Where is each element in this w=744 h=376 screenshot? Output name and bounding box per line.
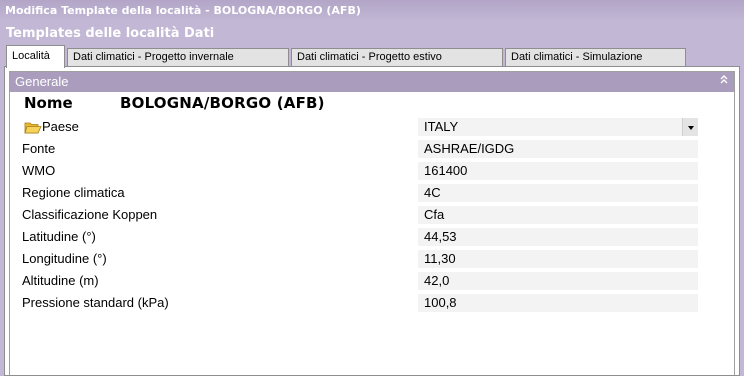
property-rows: Nome BOLOGNA/BORGO (AFB) Paese ITALY Fon… <box>10 92 734 314</box>
double-chevron-up-icon[interactable] <box>720 72 728 92</box>
property-value[interactable]: 42,0 <box>418 272 698 290</box>
property-label: Paese <box>42 119 79 134</box>
name-label: Nome <box>24 94 73 112</box>
property-value[interactable]: 44,53 <box>418 228 698 246</box>
property-label: Pressione standard (kPa) <box>22 295 169 310</box>
property-row: WMO 161400 <box>10 160 734 182</box>
property-row: Fonte ASHRAE/IGDG <box>10 138 734 160</box>
property-row: Classificazione Koppen Cfa <box>10 204 734 226</box>
property-label: Latitudine (°) <box>22 229 96 244</box>
chevron-down-icon[interactable] <box>682 118 698 136</box>
group-title: Generale <box>15 74 69 89</box>
property-label: Longitudine (°) <box>22 251 107 266</box>
tab-bar: Località Dati climatici - Progetto inver… <box>4 45 740 68</box>
property-value[interactable]: ASHRAE/IGDG <box>418 140 698 158</box>
property-row-paese[interactable]: Paese ITALY <box>10 116 734 138</box>
property-value[interactable]: Cfa <box>418 206 698 224</box>
window-title: Modifica Template della località - BOLOG… <box>0 0 744 21</box>
property-label: Regione climatica <box>22 185 125 200</box>
tab-content: Generale Nome BOLOGNA/BORGO (AFB) Paese … <box>4 66 740 376</box>
property-row: Altitudine (m) 42,0 <box>10 270 734 292</box>
property-row: Pressione standard (kPa) 100,8 <box>10 292 734 314</box>
tab-localita[interactable]: Località <box>6 45 65 68</box>
page-heading: Templates delle località Dati <box>6 26 215 41</box>
property-label: Classificazione Koppen <box>22 207 158 222</box>
property-label: WMO <box>22 163 56 178</box>
name-value[interactable]: BOLOGNA/BORGO (AFB) <box>120 92 325 114</box>
country-select[interactable]: ITALY <box>418 118 698 136</box>
country-select-value: ITALY <box>424 119 459 134</box>
tab-progetto-invernale[interactable]: Dati climatici - Progetto invernale <box>67 48 289 67</box>
dialog-window: Templates delle località Dati Località D… <box>0 21 744 376</box>
property-row: Longitudine (°) 11,30 <box>10 248 734 270</box>
property-label: Altitudine (m) <box>22 273 99 288</box>
group-header-generale[interactable]: Generale <box>10 72 734 92</box>
tab-simulazione[interactable]: Dati climatici - Simulazione <box>505 48 686 67</box>
tab-progetto-estivo[interactable]: Dati climatici - Progetto estivo <box>291 48 503 67</box>
property-value[interactable]: 161400 <box>418 162 698 180</box>
property-grid: Generale Nome BOLOGNA/BORGO (AFB) Paese … <box>9 71 735 375</box>
property-label: Fonte <box>22 141 56 156</box>
property-row: Regione climatica 4C <box>10 182 734 204</box>
property-value[interactable]: 4C <box>418 184 698 202</box>
name-row: Nome BOLOGNA/BORGO (AFB) <box>10 92 734 116</box>
property-value[interactable]: 11,30 <box>418 250 698 268</box>
folder-icon <box>24 121 42 134</box>
property-row: Latitudine (°) 44,53 <box>10 226 734 248</box>
property-value[interactable]: 100,8 <box>418 294 698 312</box>
